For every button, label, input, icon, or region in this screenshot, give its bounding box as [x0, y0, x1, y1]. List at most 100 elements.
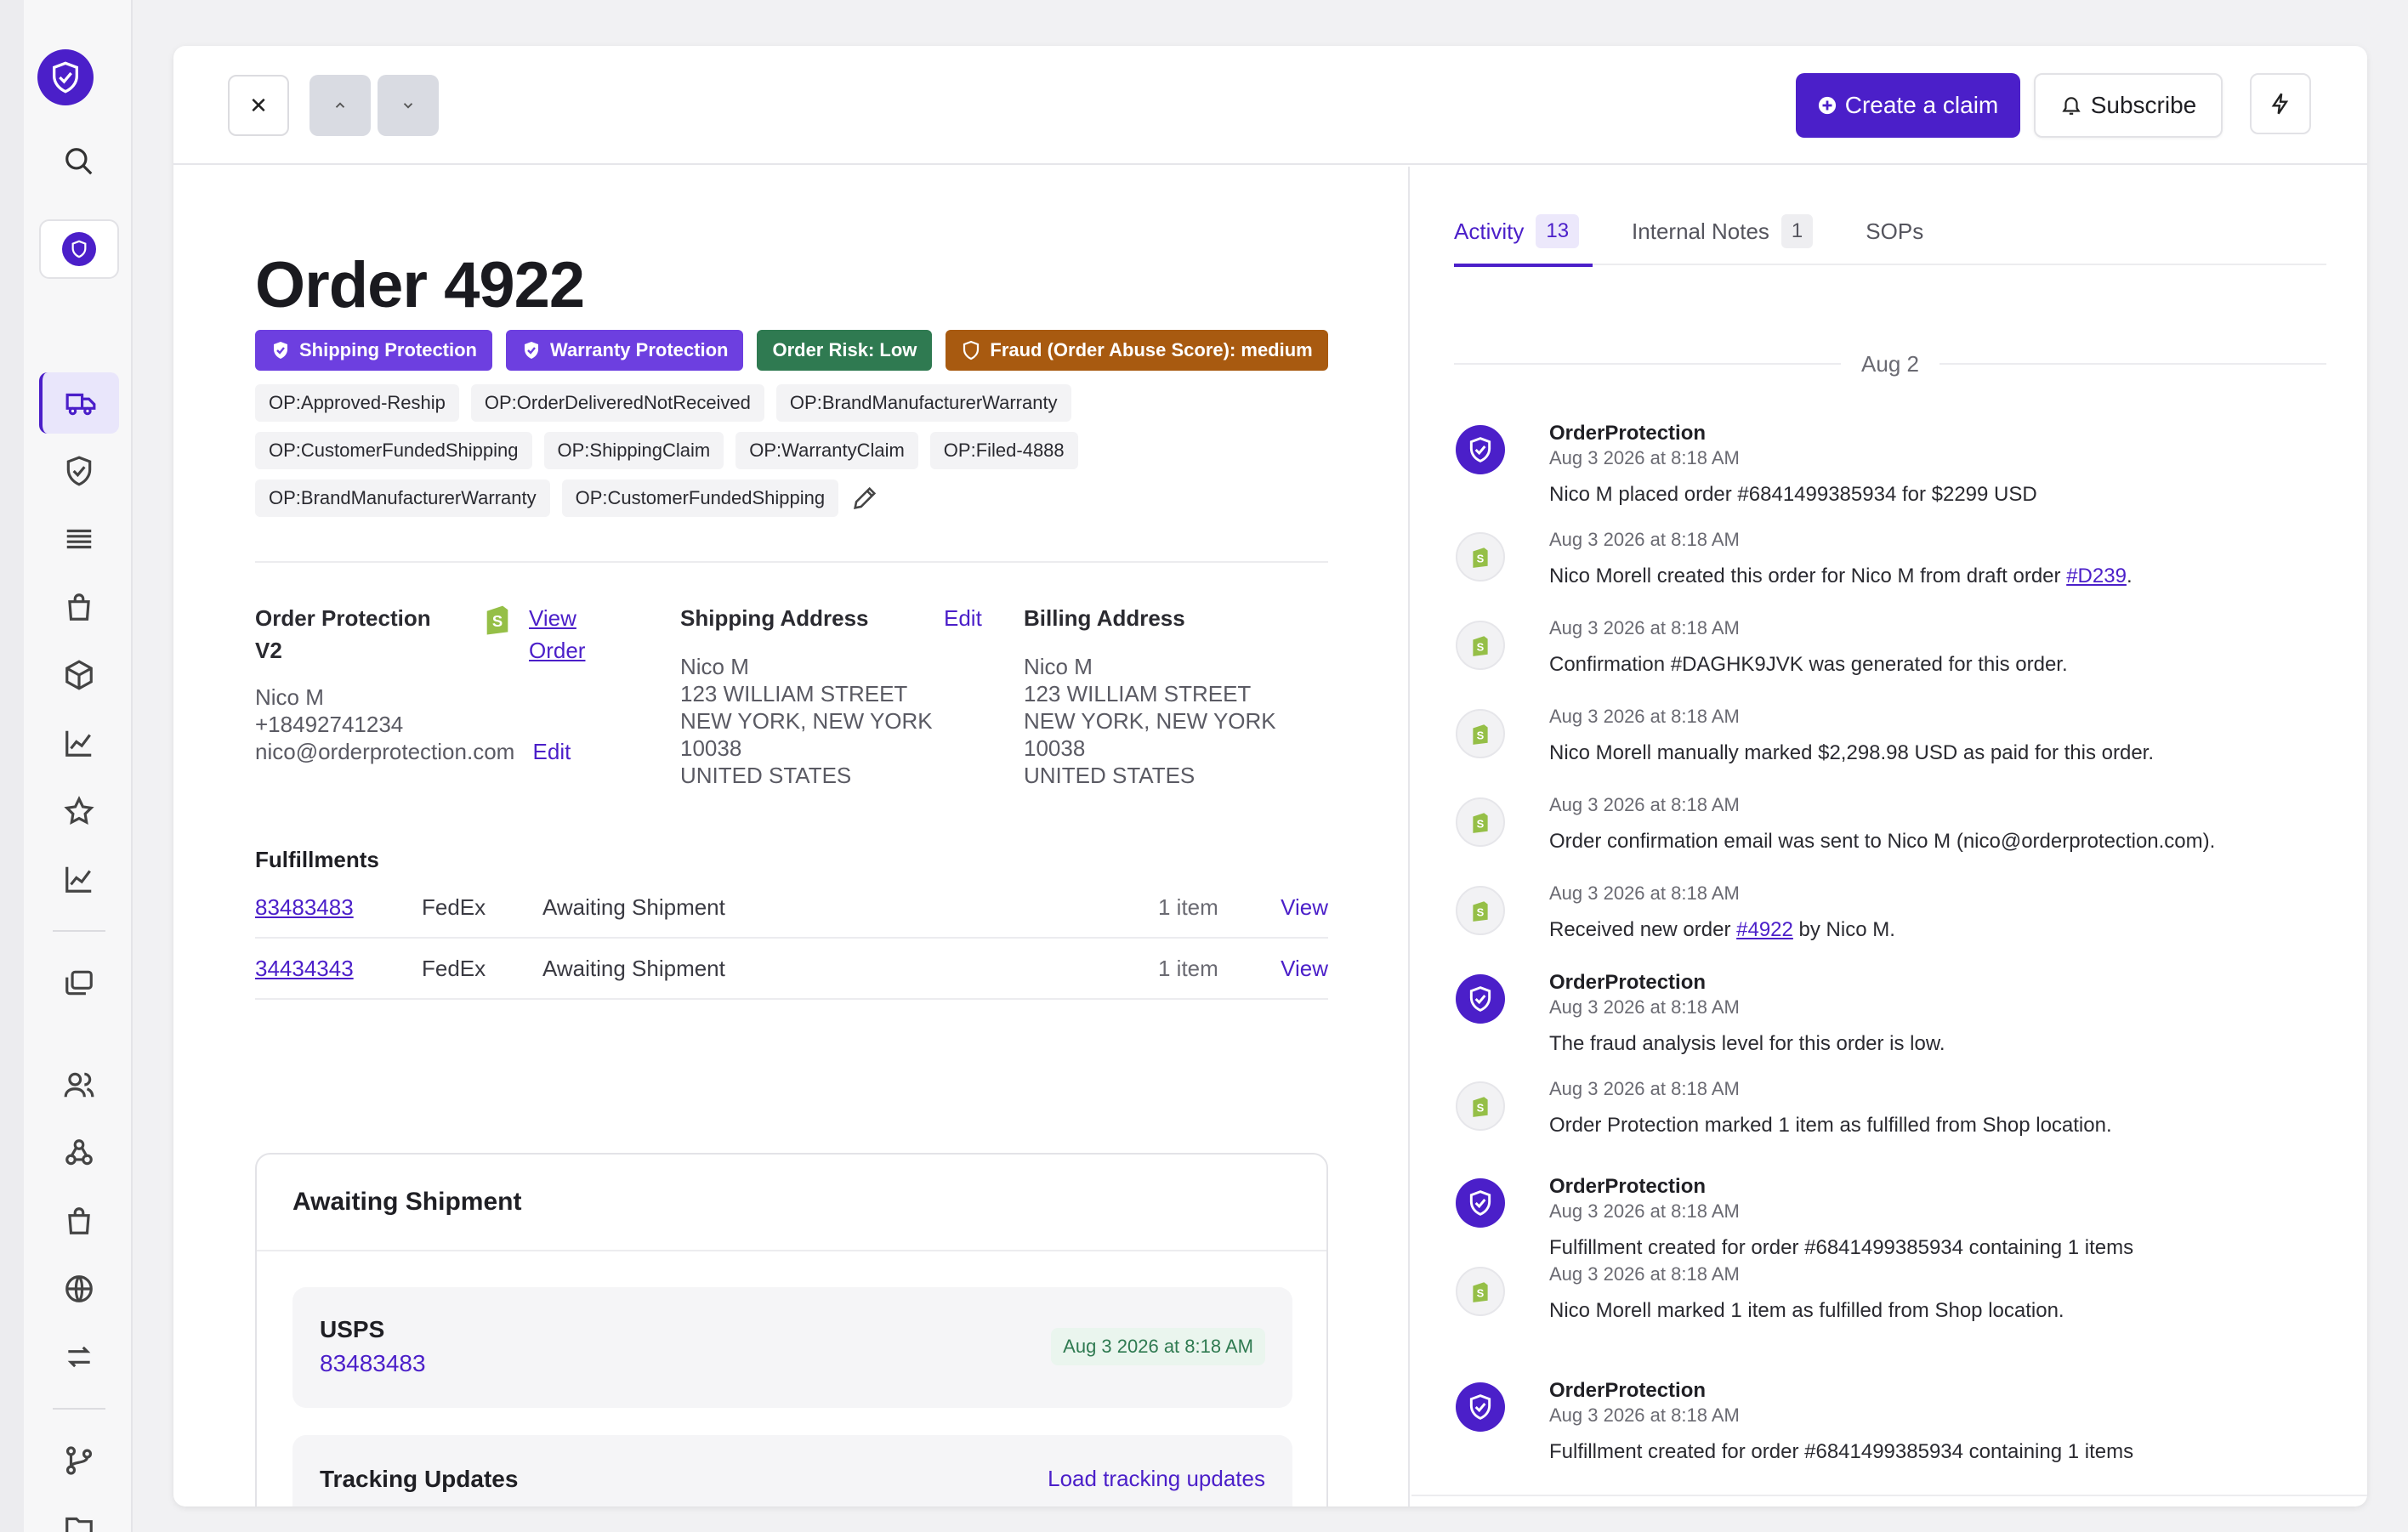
activity-message: Order confirmation email was sent to Nic… [1549, 830, 2216, 853]
git-branch-icon[interactable] [39, 1430, 119, 1491]
transfer-icon[interactable] [39, 1326, 119, 1387]
activity-timestamp: Aug 3 2026 at 8:18 AM [1549, 447, 1740, 468]
store-switcher-button[interactable] [39, 219, 119, 279]
users-icon[interactable] [39, 1054, 119, 1115]
load-tracking-updates-button[interactable]: Load tracking updates [1048, 1466, 1265, 1492]
activity-tabs: Activity 13 Internal Notes 1 SOPs [1454, 197, 2326, 267]
globe-icon[interactable] [39, 1258, 119, 1319]
subscribe-button[interactable]: Subscribe [2034, 73, 2223, 138]
truck-icon[interactable] [39, 372, 119, 434]
svg-text:S: S [1477, 552, 1485, 565]
activity-actor: OrderProtection [1549, 1379, 1707, 1402]
tab-activity[interactable]: Activity 13 [1454, 197, 1593, 267]
brand-logo-icon[interactable] [37, 49, 94, 105]
activity-timestamp: Aug 3 2026 at 8:18 AM [1549, 529, 1740, 550]
sidebar-edge [0, 0, 24, 1532]
fraud-score-label: Fraud (Order Abuse Score): medium [990, 339, 1313, 360]
edit-shipping-address-button[interactable]: Edit [944, 602, 982, 634]
view-fulfillment-button[interactable]: View [1274, 894, 1328, 921]
plus-circle-icon [1818, 96, 1836, 115]
activity-message: Fulfillment created for order #684149938… [1549, 1440, 2134, 1463]
shield-check-icon[interactable] [39, 440, 119, 502]
shipping-protection-badge: Shipping Protection [255, 330, 492, 371]
activity-timestamp: Aug 3 2026 at 8:18 AM [1549, 1078, 1740, 1099]
activity-message-text: by Nico M. [1792, 918, 1895, 941]
tracking-updates-title: Tracking Updates [320, 1466, 519, 1492]
shipment-date-badge: Aug 3 2026 at 8:18 AM [1051, 1328, 1265, 1365]
shipment-card: Awaiting Shipment USPS 83483483 Aug 3 20… [255, 1153, 1328, 1506]
activity-message-text: Received new order [1549, 918, 1737, 941]
address-line: 10038 [1024, 735, 1086, 761]
order-risk-badge: Order Risk: Low [757, 330, 933, 371]
order-tag: OP:BrandManufacturerWarranty [775, 384, 1071, 422]
close-button[interactable]: ✕ [228, 75, 289, 136]
create-claim-button[interactable]: Create a claim [1796, 73, 2020, 138]
shield-icon [274, 342, 287, 359]
store-logo-icon [62, 232, 96, 266]
folder-icon[interactable] [39, 1496, 119, 1532]
shopping-bag-icon[interactable] [39, 576, 119, 638]
view-order-link-line1: View [529, 605, 576, 631]
address-line: UNITED STATES [680, 763, 852, 788]
order-tag: OP:Approved-Reship [255, 384, 459, 422]
tab-sops[interactable]: SOPs [1866, 197, 1937, 265]
shield-icon [525, 342, 538, 359]
order-tags: OP:Approved-Reship OP:OrderDeliveredNotR… [255, 384, 1360, 527]
quick-actions-button[interactable] [2250, 73, 2311, 134]
activity-timestamp: Aug 3 2026 at 8:18 AM [1549, 706, 1740, 727]
tab-label: Activity [1454, 218, 1525, 244]
fulfillment-items: 1 item [1158, 894, 1218, 920]
media-icon[interactable] [39, 952, 119, 1013]
orderprotection-avatar-icon [1456, 1382, 1505, 1432]
address-line: 123 WILLIAM STREET [680, 681, 908, 706]
tab-count-badge: 13 [1536, 214, 1580, 248]
activity-message: Confirmation #DAGHK9JVK was generated fo… [1549, 653, 2068, 676]
activity-message: Fulfillment created for order #684149938… [1549, 1236, 2134, 1259]
activity-message-text: . [2126, 565, 2133, 587]
activity-order-link[interactable]: #4922 [1736, 918, 1793, 941]
fulfillment-id-link[interactable]: 34434343 [255, 956, 422, 982]
activity-message: Nico Morell manually marked $2,298.98 US… [1549, 741, 2154, 764]
panel-toolbar: ✕ Create a claim Subscribe [173, 46, 2367, 165]
address-line: 123 WILLIAM STREET [1024, 681, 1252, 706]
tracking-number[interactable]: 83483483 [320, 1350, 426, 1377]
search-icon[interactable] [39, 131, 119, 192]
store-name-line2: V2 [255, 638, 282, 663]
fulfillment-carrier: FedEx [422, 955, 486, 981]
shopify-avatar-icon: S [1456, 797, 1505, 847]
view-order-link[interactable]: View Order [529, 602, 585, 667]
fulfillment-status: Awaiting Shipment [542, 955, 725, 981]
edit-customer-button[interactable]: Edit [533, 739, 571, 764]
order-tag: OP:BrandManufacturerWarranty [255, 479, 550, 517]
tab-internal-notes[interactable]: Internal Notes 1 [1632, 197, 1826, 265]
bag-icon[interactable] [39, 1190, 119, 1251]
list-icon[interactable] [39, 508, 119, 570]
feed-bottom-divider [1411, 1495, 2367, 1496]
sidebar-divider [53, 930, 105, 932]
previous-order-button[interactable] [310, 75, 371, 136]
star-icon[interactable] [39, 780, 119, 842]
fulfillment-id-link[interactable]: 83483483 [255, 894, 422, 921]
activity-timestamp: Aug 3 2026 at 8:18 AM [1549, 882, 1740, 904]
package-icon[interactable] [39, 644, 119, 706]
edit-tags-pencil-icon[interactable] [850, 484, 879, 513]
protection-badges: Shipping Protection Warranty Protection … [255, 330, 1328, 371]
warranty-protection-badge: Warranty Protection [506, 330, 744, 371]
view-fulfillment-button[interactable]: View [1274, 956, 1328, 982]
analytics-icon[interactable] [39, 848, 119, 910]
next-order-button[interactable] [378, 75, 439, 136]
customer-email: nico@orderprotection.com [255, 739, 515, 764]
webhook-icon[interactable] [39, 1122, 119, 1183]
activity-order-link[interactable]: #D239 [2066, 565, 2127, 587]
svg-text:S: S [1477, 1101, 1485, 1114]
activity-timestamp: Aug 3 2026 at 8:18 AM [1549, 794, 1740, 815]
activity-actor: OrderProtection [1549, 1175, 1707, 1198]
tab-count-badge: 1 [1780, 214, 1814, 248]
order-details-pane: Order 4922 Shipping Protection Warranty … [173, 167, 1410, 1506]
shopify-avatar-icon: S [1456, 621, 1505, 670]
activity-actor: OrderProtection [1549, 422, 1707, 445]
shipping-protection-label: Shipping Protection [299, 339, 477, 360]
activity-timestamp: Aug 3 2026 at 8:18 AM [1549, 996, 1740, 1018]
chart-line-icon[interactable] [39, 712, 119, 774]
address-line: NEW YORK, NEW YORK [1024, 708, 1276, 734]
